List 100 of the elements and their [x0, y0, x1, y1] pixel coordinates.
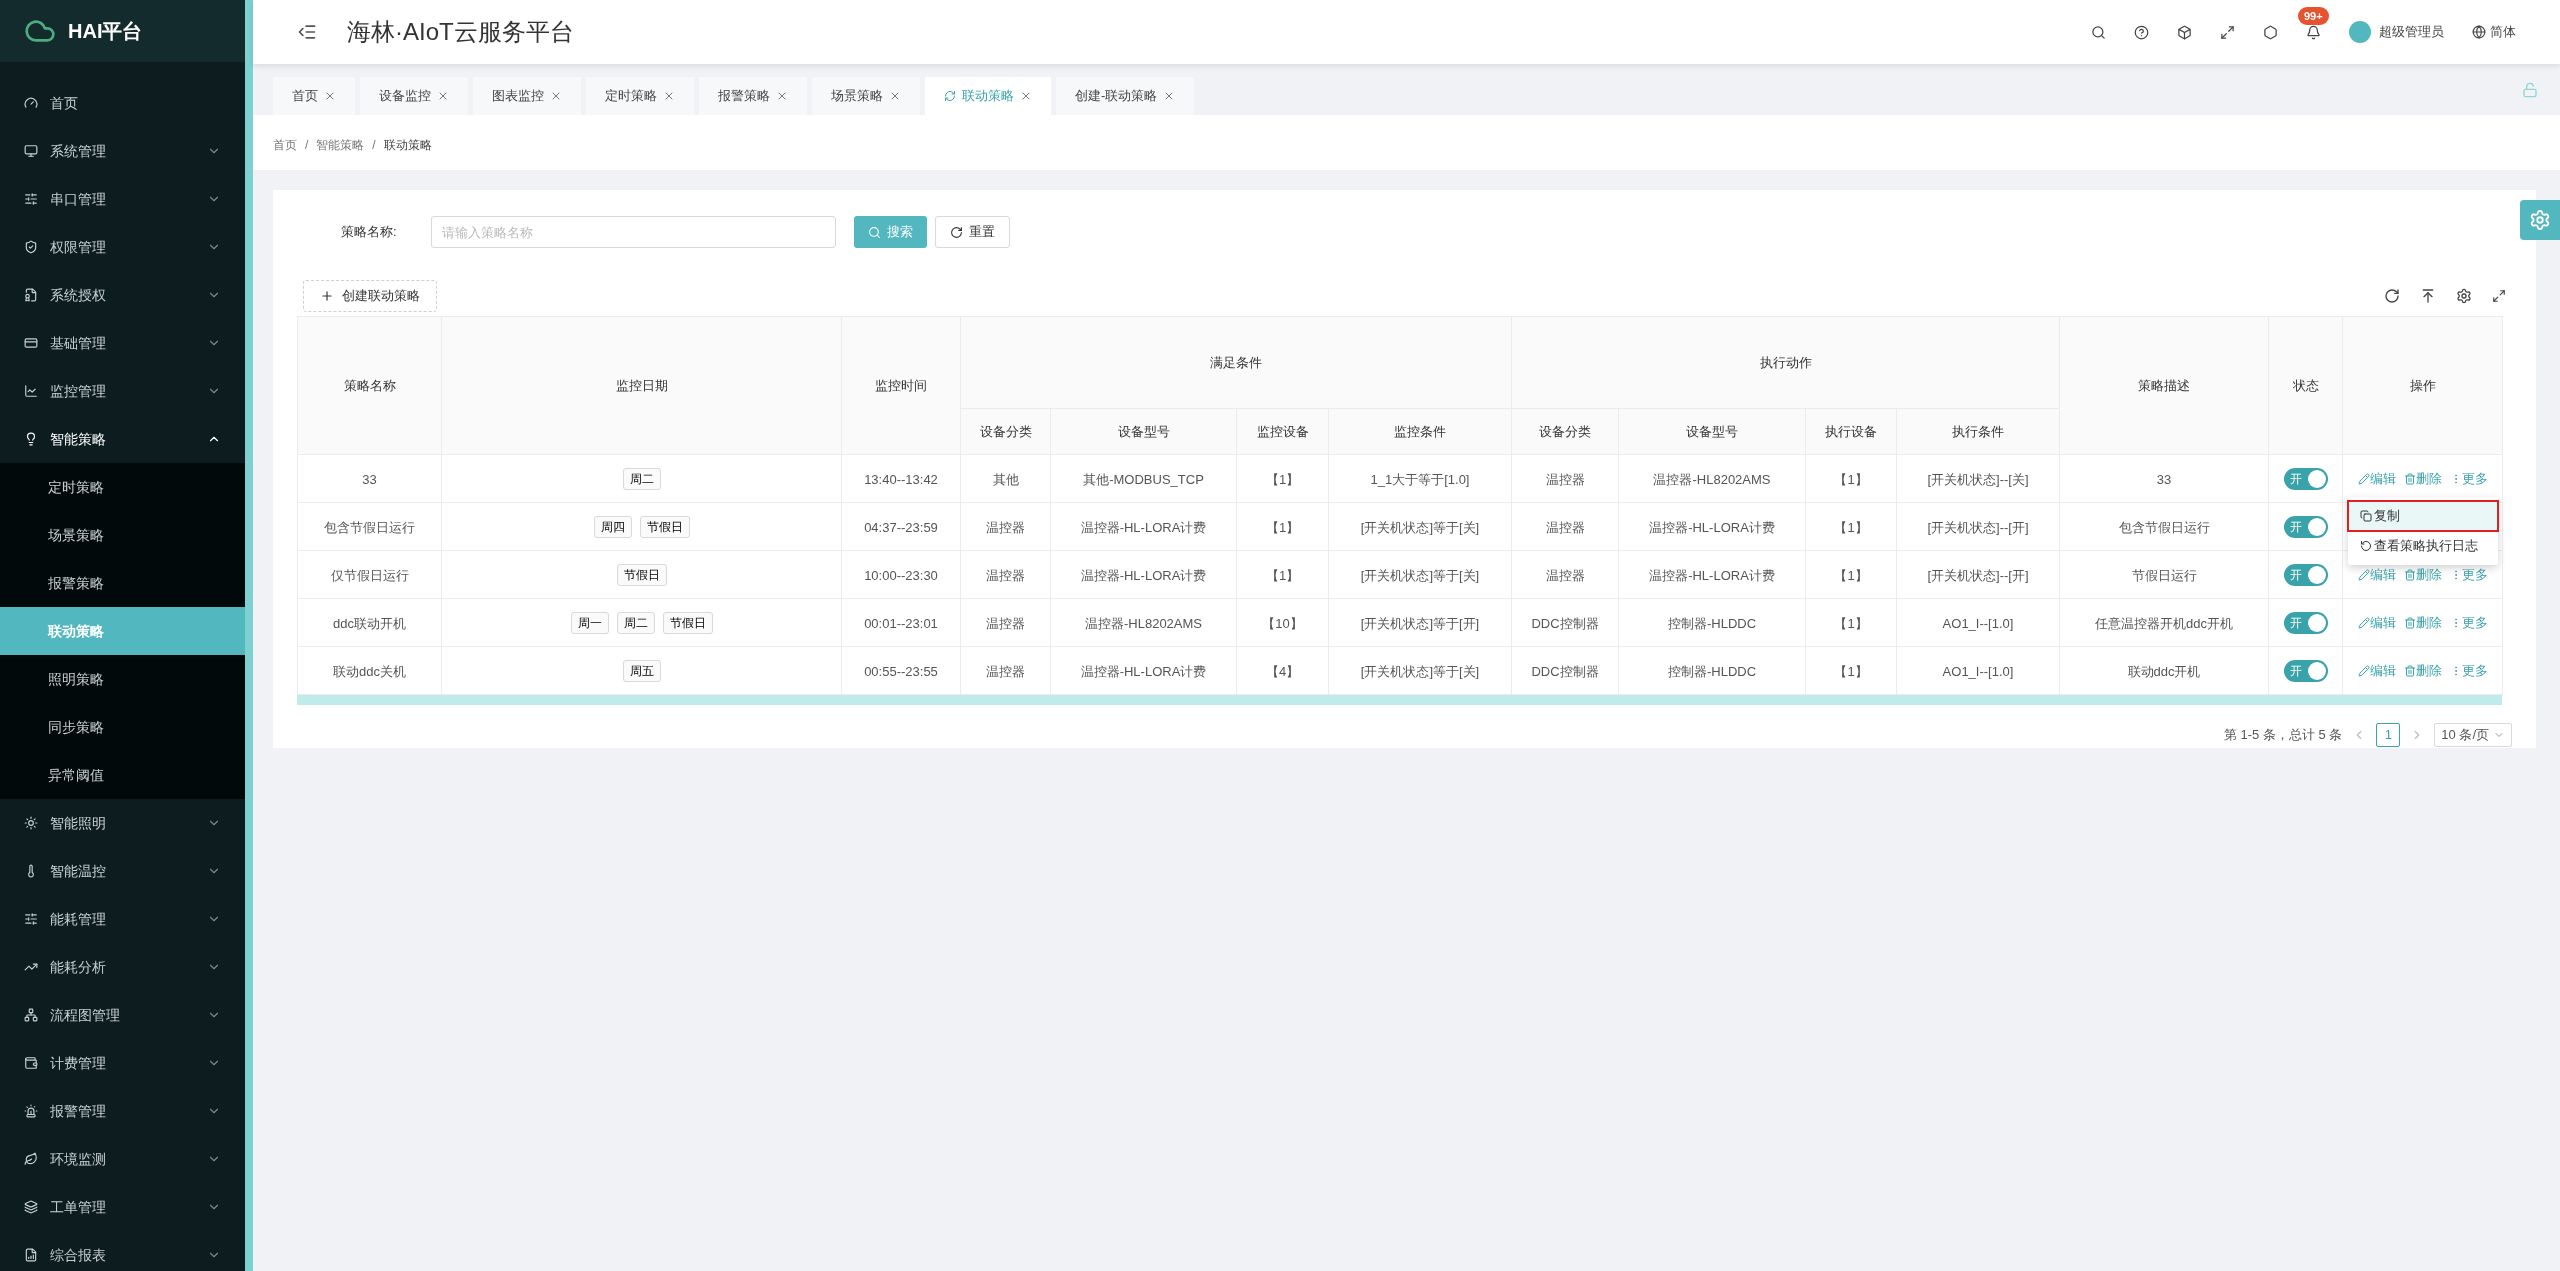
sidebar-item[interactable]: 工单管理 — [0, 1183, 245, 1231]
menu-icon[interactable] — [297, 22, 317, 42]
table-cell: 温控器 — [986, 519, 1025, 535]
reset-button[interactable]: 重置 — [935, 216, 1010, 248]
table-cell: 任意温控器开机ddc开机 — [2095, 615, 2233, 631]
tab[interactable]: 首页 — [273, 77, 355, 115]
column-header: 策略名称 — [297, 316, 442, 455]
tab[interactable]: 定时策略 — [586, 77, 694, 115]
settings-button[interactable] — [2520, 200, 2560, 240]
card-icon — [24, 336, 38, 350]
column-header: 监控日期 — [441, 316, 842, 455]
sidebar-item[interactable]: 能耗分析 — [0, 943, 245, 991]
page-size-select[interactable]: 10 条/页 — [2434, 723, 2512, 747]
pencil-icon — [2357, 664, 2370, 677]
fullscreen-icon[interactable] — [2492, 289, 2506, 303]
settings-icon — [2529, 209, 2551, 231]
sidebar-item[interactable]: 权限管理 — [0, 223, 245, 271]
sidebar-item[interactable]: 报警管理 — [0, 1087, 245, 1135]
leaf-icon — [24, 1152, 38, 1166]
table-cell: 00:01--23:01 — [864, 615, 938, 631]
submenu-item[interactable]: 异常阈值 — [0, 751, 245, 799]
table-cell: 【1】 — [1265, 519, 1300, 535]
column-header: 设备分类 — [1511, 408, 1619, 455]
sidebar-item[interactable]: 能耗管理 — [0, 895, 245, 943]
column-header: 状态 — [2268, 316, 2343, 455]
sidebar-item[interactable]: 首页 — [0, 79, 245, 127]
column-group-header: 执行动作 — [1511, 316, 2060, 409]
sidebar-item[interactable]: 综合报表 — [0, 1231, 245, 1271]
menu-item[interactable]: 查看策略执行日志 — [2348, 531, 2498, 561]
sidebar-item[interactable]: 智能温控 — [0, 847, 245, 895]
tab[interactable]: 报警策略 — [699, 77, 807, 115]
close-icon[interactable] — [776, 90, 788, 102]
sidebar-item[interactable]: 智能照明 — [0, 799, 245, 847]
sun-icon — [24, 816, 38, 830]
table-cell: 温控器-HL-LORA计费 — [1649, 567, 1775, 583]
table-cell: 【1】 — [1834, 471, 1868, 487]
breadcrumb-item[interactable]: 首页 — [273, 135, 297, 154]
density-icon[interactable] — [2420, 288, 2436, 304]
sidebar-item[interactable]: 智能策略 — [0, 415, 245, 463]
user-name[interactable]: 超级管理员 — [2379, 22, 2444, 42]
language-label[interactable]: 简体 — [2490, 22, 2516, 42]
hexagon-icon[interactable] — [2263, 24, 2278, 40]
close-icon[interactable] — [550, 90, 562, 102]
reload-icon[interactable] — [2384, 288, 2400, 304]
close-icon[interactable] — [324, 90, 336, 102]
table-cell: 温控器-HL-LORA计费 — [1080, 663, 1207, 679]
settings-icon[interactable] — [2456, 288, 2472, 304]
sidebar-item[interactable]: 监控管理 — [0, 367, 245, 415]
submenu-item[interactable]: 定时策略 — [0, 463, 245, 511]
close-icon[interactable] — [437, 90, 449, 102]
trash-icon — [2403, 568, 2416, 581]
tab[interactable]: 图表监控 — [473, 77, 581, 115]
sliders-icon — [24, 912, 38, 926]
close-icon[interactable] — [663, 90, 675, 102]
table-cell: 13:40--13:42 — [864, 471, 938, 487]
report-icon — [24, 1248, 38, 1262]
table-cell: [开关机状态]等于[关] — [1360, 567, 1480, 583]
tab[interactable]: 场景策略 — [812, 77, 920, 115]
sidebar-item[interactable]: 环境监测 — [0, 1135, 245, 1183]
column-header: 执行条件 — [1896, 408, 2060, 455]
wallet-icon — [24, 1056, 38, 1070]
globe-icon[interactable] — [2472, 25, 2486, 39]
submenu-item[interactable]: 照明策略 — [0, 655, 245, 703]
close-icon[interactable] — [889, 90, 901, 102]
fullscreen-icon[interactable] — [2220, 24, 2235, 40]
cube-icon[interactable] — [2177, 24, 2192, 40]
table-cell: [开关机状态]--[开] — [1927, 519, 2029, 535]
menu-item[interactable]: 复制 — [2348, 501, 2498, 531]
sidebar-item[interactable]: 串口管理 — [0, 175, 245, 223]
table-cell: [开关机状态]--[开] — [1927, 567, 2029, 583]
avatar[interactable] — [2349, 21, 2371, 43]
submenu-item[interactable]: 场景策略 — [0, 511, 245, 559]
table-cell: 温控器-HL-LORA计费 — [1649, 519, 1775, 535]
sidebar-item[interactable]: 基础管理 — [0, 319, 245, 367]
table-cell: 温控器 — [1545, 519, 1585, 535]
bell-icon[interactable] — [2306, 24, 2321, 40]
submenu-item[interactable]: 报警策略 — [0, 559, 245, 607]
sidebar-item[interactable]: 系统授权 — [0, 271, 245, 319]
sidebar-item[interactable]: 计费管理 — [0, 1039, 245, 1087]
sidebar-item[interactable]: 流程图管理 — [0, 991, 245, 1039]
gauge-icon — [24, 96, 38, 110]
breadcrumb-separator: / — [305, 136, 309, 154]
table-cell: 其他-MODBUS_TCP — [1083, 471, 1204, 487]
close-icon[interactable] — [1020, 90, 1032, 102]
pagination-summary: 第 1-5 条，总计 5 条 — [2223, 726, 2343, 745]
history-icon — [2360, 540, 2372, 552]
column-header: 设备型号 — [1050, 408, 1237, 455]
day-tag: 周二 — [622, 467, 661, 490]
search-field[interactable]: 请输入策略名称 — [431, 216, 836, 248]
tab[interactable]: 设备监控 — [360, 77, 468, 115]
day-tag: 节假日 — [662, 611, 713, 634]
submenu-item[interactable]: 同步策略 — [0, 703, 245, 751]
table-cell: 控制器-HLDDC — [1667, 615, 1757, 631]
breadcrumb-item[interactable]: 智能策略 — [316, 135, 365, 154]
tab[interactable]: 创建-联动策略 — [1056, 77, 1195, 115]
help-icon[interactable] — [2134, 24, 2149, 40]
search-icon[interactable] — [2091, 24, 2106, 40]
table-cell: 温控器-HL-LORA计费 — [1080, 519, 1207, 535]
create-button[interactable]: 创建联动策略 — [303, 280, 437, 312]
sidebar-item[interactable]: 系统管理 — [0, 127, 245, 175]
